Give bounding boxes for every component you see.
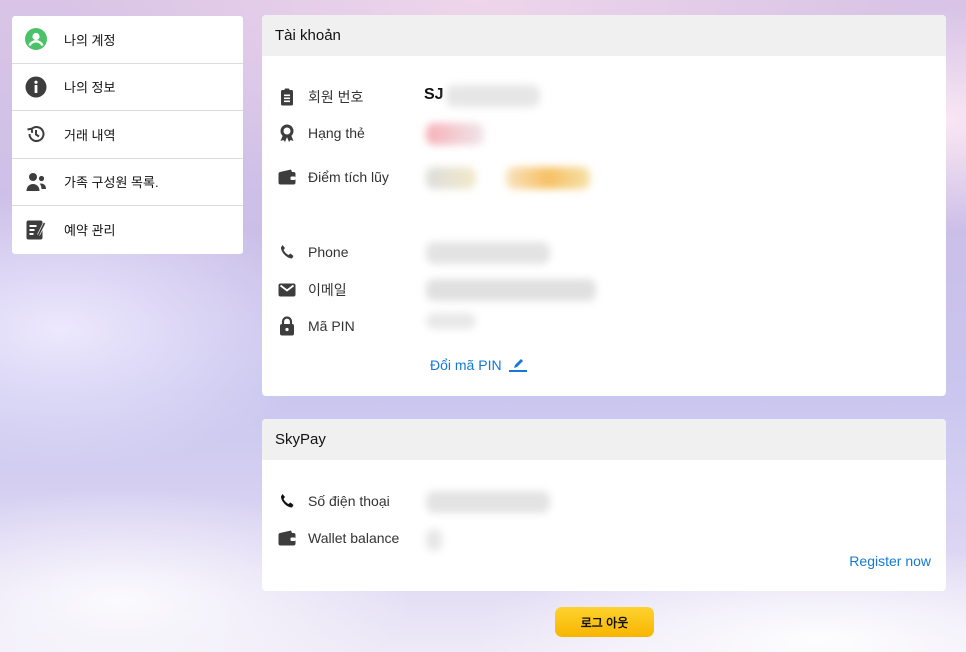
points-label: Điểm tích lũy — [308, 169, 389, 185]
change-pin-label: Đổi mã PIN — [430, 357, 502, 373]
sidebar: 나의 계정 나의 정보 거래 내역 가족 구성원 목록. 예약 관리 — [12, 16, 243, 254]
sidebar-item-my-account[interactable]: 나의 계정 — [12, 16, 243, 64]
pin-redacted — [426, 313, 476, 329]
phone-label: Phone — [308, 244, 349, 260]
account-card-title: Tài khoản — [262, 15, 946, 56]
points-redacted — [426, 167, 476, 189]
points-badge-redacted — [506, 167, 590, 189]
member-number-label: 회원 번호 — [308, 89, 364, 105]
change-pin-link[interactable]: Đổi mã PIN — [430, 357, 527, 373]
pin-row: Mã PIN — [278, 316, 355, 336]
user-circle-icon — [25, 28, 47, 51]
logout-button[interactable]: 로그 아웃 — [555, 607, 654, 637]
sidebar-item-label: 가족 구성원 목록. — [64, 175, 159, 191]
mail-icon — [278, 281, 296, 299]
account-card: Tài khoản 회원 번호 SJ Hạng thẻ Điểm tích lũ… — [262, 15, 946, 396]
wallet-balance-row: Wallet balance — [278, 529, 399, 547]
phone-redacted — [426, 242, 550, 264]
id-badge-icon — [278, 88, 296, 106]
skypay-phone-redacted — [426, 491, 550, 513]
pin-label: Mã PIN — [308, 318, 355, 334]
skypay-card: SkyPay Số điện thoại Wallet balance Regi… — [262, 419, 946, 591]
booking-icon — [25, 219, 47, 241]
wallet-icon — [278, 529, 296, 547]
sidebar-item-label: 예약 관리 — [64, 223, 116, 239]
wallet-balance-label: Wallet balance — [308, 530, 400, 546]
phone-row: Phone — [278, 243, 348, 261]
phone-icon — [278, 492, 296, 510]
phone-icon — [278, 243, 296, 261]
pencil-icon — [508, 358, 527, 372]
sidebar-item-family-members[interactable]: 가족 구성원 목록. — [12, 159, 243, 206]
email-redacted — [426, 279, 596, 301]
sidebar-item-my-info[interactable]: 나의 정보 — [12, 64, 243, 111]
register-now-link[interactable]: Register now — [849, 553, 931, 569]
card-tier-row: Hạng thẻ — [278, 124, 365, 142]
sidebar-item-label: 거래 내역 — [64, 127, 116, 143]
sidebar-item-booking-management[interactable]: 예약 관리 — [12, 206, 243, 254]
sidebar-item-label: 나의 정보 — [64, 80, 116, 96]
email-label: 이메일 — [308, 282, 347, 298]
skypay-card-title: SkyPay — [262, 419, 946, 460]
member-number-row: 회원 번호 — [278, 87, 363, 107]
sidebar-item-transaction-history[interactable]: 거래 내역 — [12, 111, 243, 159]
card-tier-redacted — [426, 123, 484, 145]
member-number-redacted — [446, 85, 540, 107]
member-number-value: SJ — [424, 86, 444, 103]
email-row: 이메일 — [278, 280, 347, 300]
card-tier-label: Hạng thẻ — [308, 125, 365, 141]
family-icon — [25, 171, 47, 193]
info-icon — [25, 76, 47, 98]
skypay-phone-row: Số điện thoại — [278, 492, 390, 510]
sidebar-item-label: 나의 계정 — [64, 32, 116, 48]
lock-icon — [278, 316, 296, 336]
points-row: Điểm tích lũy — [278, 168, 389, 186]
history-icon — [25, 123, 47, 145]
wallet-icon — [278, 168, 296, 186]
award-ribbon-icon — [278, 124, 296, 142]
skypay-phone-label: Số điện thoại — [308, 493, 390, 509]
wallet-balance-redacted — [426, 529, 442, 551]
